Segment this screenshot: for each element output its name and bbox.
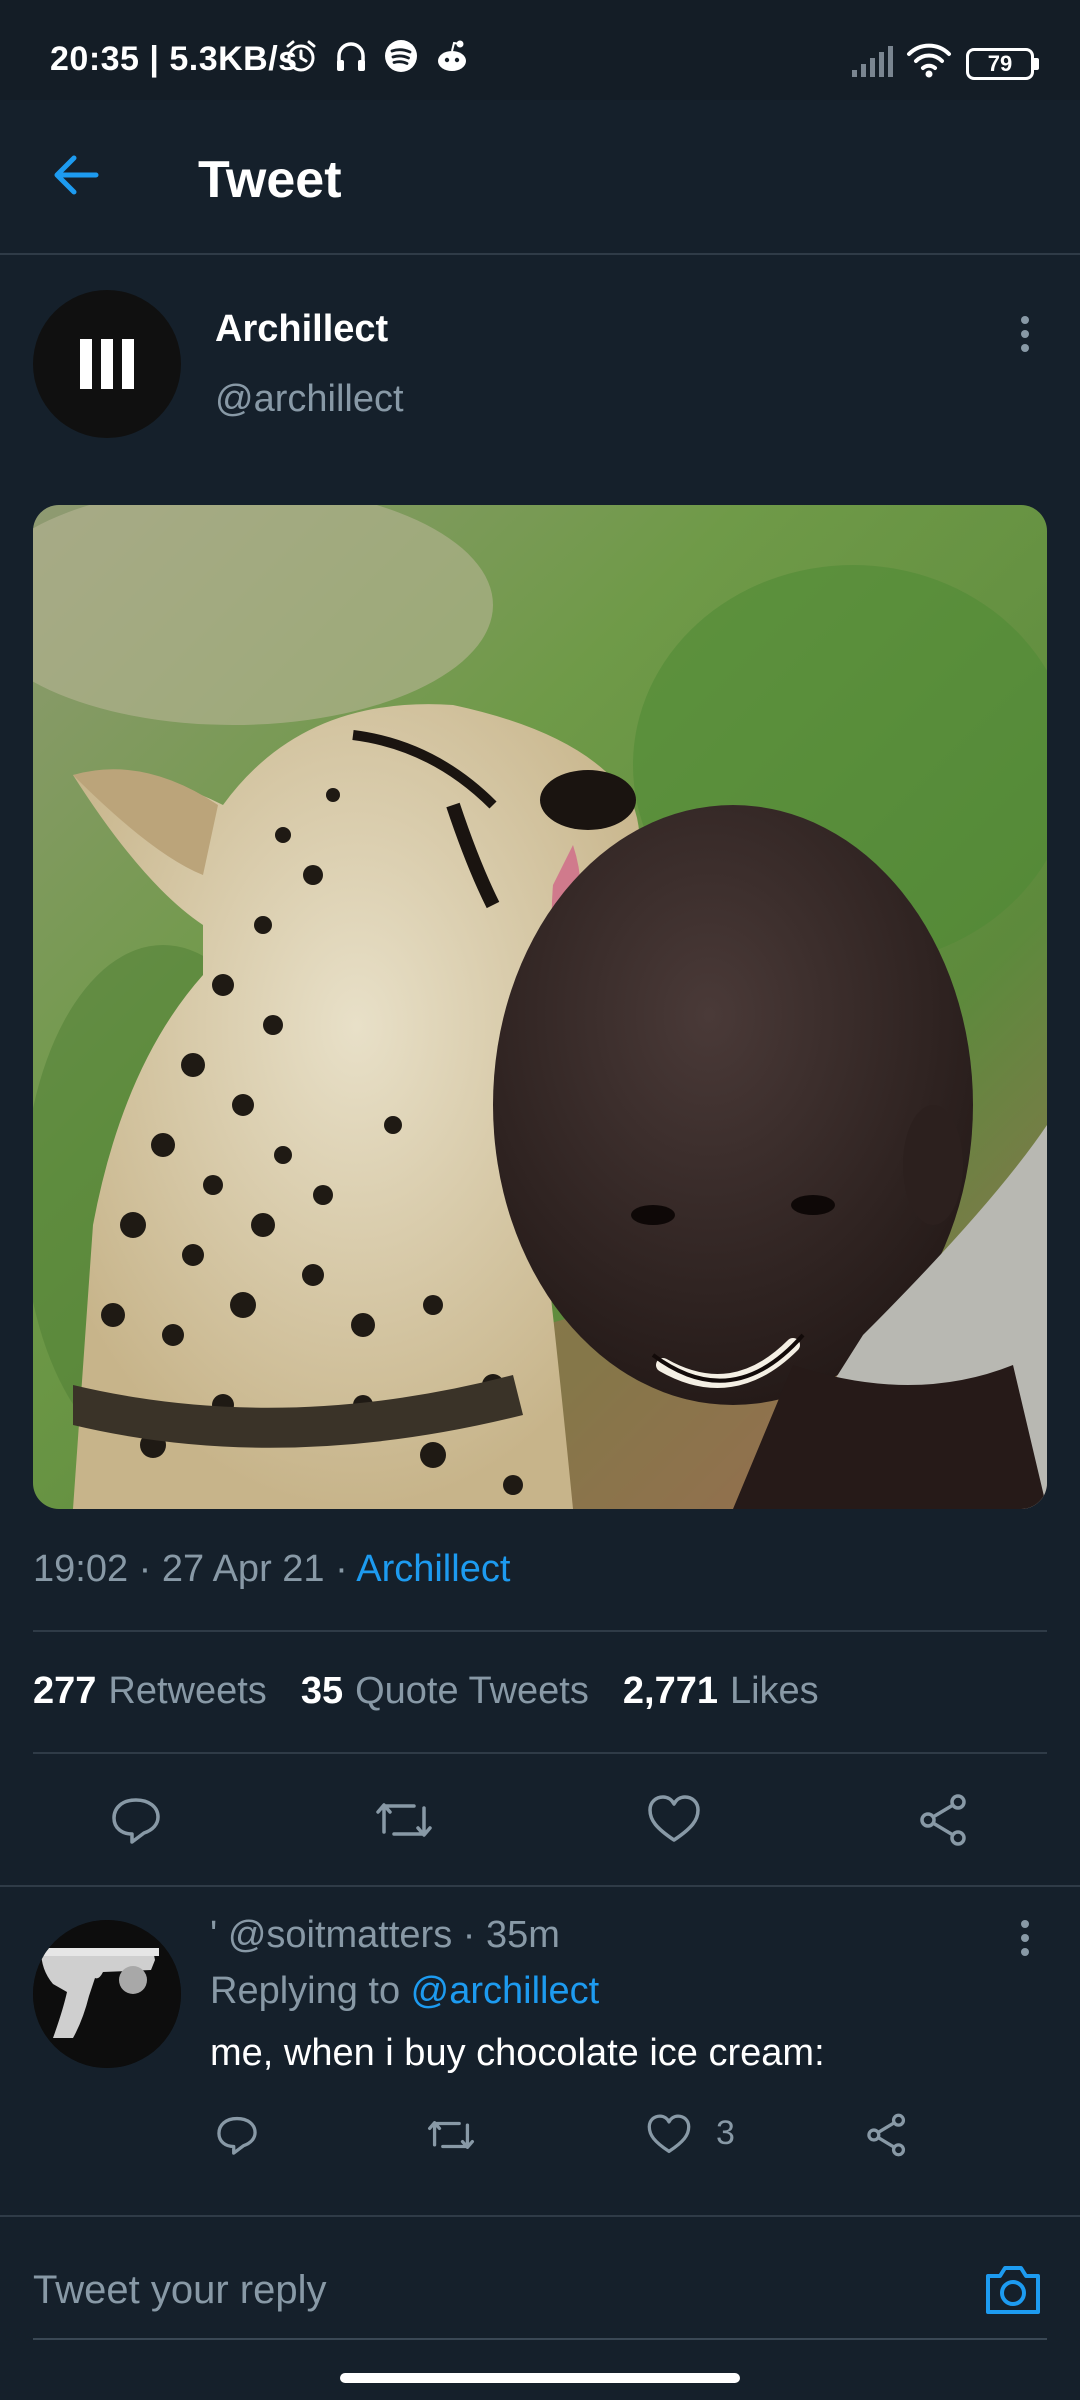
replying-to: Replying to @archillect xyxy=(210,1970,599,2013)
reply-reply-icon[interactable] xyxy=(214,2112,260,2158)
likes-stat[interactable]: 2,771 Likes xyxy=(623,1670,819,1713)
reddit-icon xyxy=(438,40,466,71)
reply-share-icon[interactable] xyxy=(864,2112,910,2158)
divider xyxy=(0,2215,1080,2217)
quote-tweets-stat[interactable]: 35 Quote Tweets xyxy=(301,1670,589,1713)
tweet-stats: 277 Retweets 35 Quote Tweets 2,771 Likes xyxy=(33,1670,819,1713)
reply-icon[interactable] xyxy=(108,1792,164,1848)
replying-handle-link[interactable]: @archillect xyxy=(411,1970,600,2012)
camera-icon[interactable] xyxy=(982,2258,1044,2320)
reply-text: me, when i buy chocolate ice cream: xyxy=(210,2032,825,2074)
header-bar xyxy=(0,100,1080,255)
status-time-speed: 20:35 | 5.3KB/s xyxy=(50,40,298,78)
reply-input[interactable] xyxy=(33,2260,933,2320)
page-title: Tweet xyxy=(198,151,342,209)
compose-underline xyxy=(33,2338,1047,2340)
signal-icon xyxy=(852,46,893,77)
tweet-timestamp: 19:02 · 27 Apr 21 · Archillect xyxy=(33,1548,510,1591)
revolver-image xyxy=(33,1920,181,2068)
timestamp-text: 19:02 · 27 Apr 21 · xyxy=(33,1548,357,1590)
arrow-left-icon[interactable] xyxy=(50,148,104,202)
headphones-icon xyxy=(337,42,365,71)
reply-like-icon[interactable] xyxy=(646,2112,692,2158)
battery-icon: 79 xyxy=(966,48,1034,80)
wifi-icon xyxy=(907,43,951,78)
retweets-stat[interactable]: 277 Retweets xyxy=(33,1670,267,1713)
more-options-icon[interactable] xyxy=(1018,314,1032,354)
divider xyxy=(0,1885,1080,1887)
retweet-icon[interactable] xyxy=(374,1792,434,1848)
tweet-image[interactable] xyxy=(33,505,1047,1509)
reply-meta[interactable]: ' @soitmatters · 35m xyxy=(210,1914,560,1957)
cheetah-photo xyxy=(33,505,1047,1509)
replying-prefix: Replying to xyxy=(210,1970,411,2012)
divider xyxy=(33,1630,1047,1632)
battery-nub xyxy=(1034,58,1039,70)
reply-more-options-icon[interactable] xyxy=(1018,1918,1032,1958)
like-icon[interactable] xyxy=(646,1792,702,1848)
divider xyxy=(33,1752,1047,1754)
tweet-source-link[interactable]: Archillect xyxy=(356,1548,510,1590)
spotify-icon xyxy=(385,40,417,72)
share-icon[interactable] xyxy=(916,1792,972,1848)
status-app-icons xyxy=(283,38,471,74)
reply-retweet-icon[interactable] xyxy=(426,2112,476,2158)
alarm-icon xyxy=(286,40,316,72)
author-avatar[interactable] xyxy=(33,290,181,438)
author-name[interactable]: Archillect xyxy=(215,308,388,351)
home-indicator[interactable] xyxy=(340,2373,740,2383)
reply-avatar[interactable] xyxy=(33,1920,181,2068)
author-handle[interactable]: @archillect xyxy=(215,378,404,421)
reply-like-count: 3 xyxy=(716,2114,735,2152)
